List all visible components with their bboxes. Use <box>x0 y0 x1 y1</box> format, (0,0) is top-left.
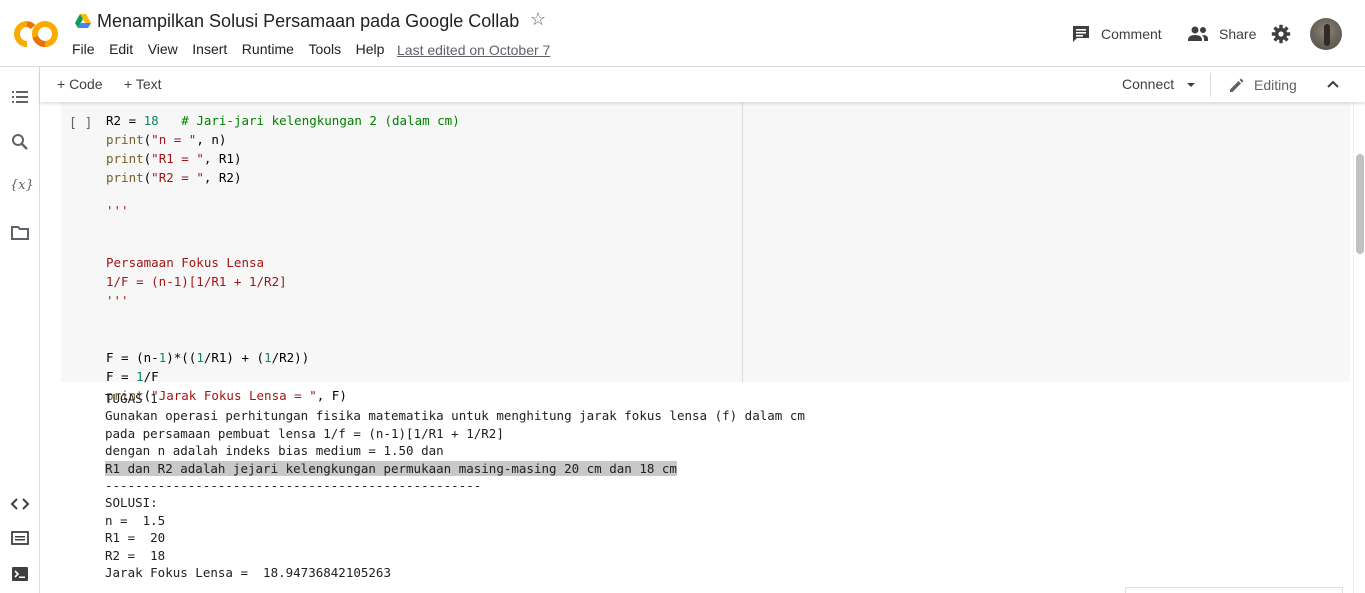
share-icon <box>1188 26 1208 41</box>
code-line: print("n = ", n) <box>106 132 227 147</box>
chevron-down-icon[interactable] <box>1185 75 1197 93</box>
editing-mode-button[interactable]: Editing <box>1228 76 1297 94</box>
drive-icon[interactable] <box>75 14 91 28</box>
share-button[interactable]: Share <box>1187 24 1256 44</box>
menu-help[interactable]: Help <box>356 41 385 57</box>
comment-label: Comment <box>1101 26 1162 42</box>
share-label: Share <box>1219 26 1257 42</box>
header: Menampilkan Solusi Persamaan pada Google… <box>0 0 1365 67</box>
connect-button[interactable]: Connect <box>1122 76 1174 92</box>
cell-run-indicator[interactable]: [ ] <box>69 116 92 131</box>
code-line: ''' <box>106 203 129 218</box>
variables-icon[interactable]: {x} <box>10 178 34 198</box>
code-line: R2 = 18 # Jari-jari kelengkungan 2 (dala… <box>106 113 460 128</box>
output-line: TUGAS 1 <box>105 391 158 406</box>
output-line: Gunakan operasi perhitungan fisika matem… <box>105 408 805 424</box>
output-line-highlighted: R1 dan R2 adalah jejari kelengkungan per… <box>105 460 677 476</box>
toolbar-divider <box>1210 73 1211 97</box>
code-line: ''' <box>106 293 129 308</box>
comment-icon <box>1073 26 1089 42</box>
terminal-icon[interactable] <box>10 564 30 584</box>
colab-logo[interactable] <box>14 20 58 48</box>
star-icon[interactable]: ☆ <box>530 9 546 30</box>
comment-button[interactable]: Comment <box>1071 24 1162 44</box>
scrollbar-thumb[interactable] <box>1356 154 1364 254</box>
left-sidebar: {x} <box>0 67 40 593</box>
output-line: Jarak Fokus Lensa = 18.94736842105263 <box>105 564 391 580</box>
avatar[interactable] <box>1310 18 1342 50</box>
menu-file[interactable]: File <box>72 41 95 57</box>
output-line: R2 = 18 <box>105 547 166 563</box>
output-line: ----------------------------------------… <box>105 477 482 493</box>
code-editor[interactable]: R2 = 18 # Jari-jari kelengkungan 2 (dala… <box>106 102 460 405</box>
last-edited-link[interactable]: Last edited on October 7 <box>397 42 550 58</box>
menu-view[interactable]: View <box>148 41 178 57</box>
output-line: dengan n adalah indeks bias medium = 1.5… <box>105 443 444 459</box>
cell-toolbar-panel <box>1125 587 1343 593</box>
code-line: print("R2 = ", R2) <box>106 170 242 185</box>
notebook-title[interactable]: Menampilkan Solusi Persamaan pada Google… <box>97 11 519 32</box>
command-palette-icon[interactable] <box>10 528 30 548</box>
output-line: pada persamaan pembuat lensa 1/f = (n-1)… <box>105 425 504 441</box>
code-line: Persamaan Fokus Lensa <box>106 255 265 270</box>
pencil-icon <box>1230 78 1244 92</box>
menu-tools[interactable]: Tools <box>308 41 341 57</box>
code-line: F = (n-1)*((1/R1) + (1/R2)) <box>106 350 310 365</box>
chevron-up-icon[interactable] <box>1325 74 1341 94</box>
cell-output: TUGAS 1 Gunakan operasi perhitungan fisi… <box>105 390 805 581</box>
cell-divider <box>742 102 743 382</box>
add-code-button[interactable]: + Code <box>57 76 103 92</box>
output-line: n = 1.5 <box>105 512 166 528</box>
menu-edit[interactable]: Edit <box>109 41 133 57</box>
add-text-button[interactable]: + Text <box>124 76 162 92</box>
editing-label: Editing <box>1254 77 1297 93</box>
output-line: SOLUSI: <box>105 495 158 511</box>
notebook-main: [ ] R2 = 18 # Jari-jari kelengkungan 2 (… <box>41 102 1353 593</box>
gear-icon[interactable] <box>1271 24 1291 44</box>
search-icon[interactable] <box>10 132 30 152</box>
folder-icon[interactable] <box>10 223 30 243</box>
toc-icon[interactable] <box>10 87 30 107</box>
code-line: print("R1 = ", R1) <box>106 151 242 166</box>
code-cell[interactable]: [ ] R2 = 18 # Jari-jari kelengkungan 2 (… <box>61 102 1350 403</box>
menu-runtime[interactable]: Runtime <box>242 41 294 57</box>
menu-bar: File Edit View Insert Runtime Tools Help <box>72 41 399 57</box>
output-line: R1 = 20 <box>105 530 166 546</box>
code-line: 1/F = (n-1)[1/R1 + 1/R2] <box>106 274 287 289</box>
code-line: F = 1/F <box>106 369 159 384</box>
scrollbar[interactable] <box>1353 102 1365 593</box>
notebook-toolbar: + Code + Text Connect Editing <box>40 67 1365 102</box>
code-snippets-icon[interactable] <box>10 494 30 514</box>
menu-insert[interactable]: Insert <box>192 41 227 57</box>
